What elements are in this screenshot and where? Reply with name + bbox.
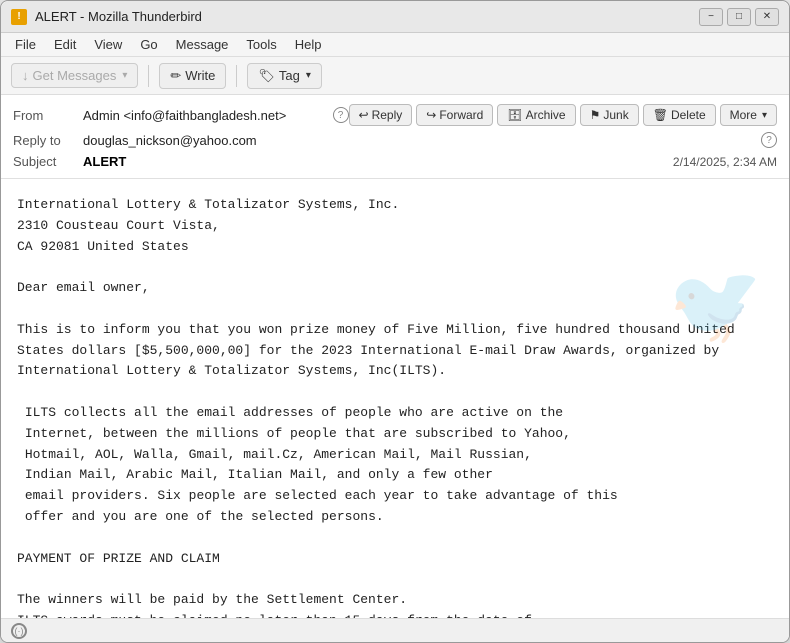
section-header: PAYMENT OF PRIZE AND CLAIM: [17, 549, 773, 570]
restore-button[interactable]: □: [727, 8, 751, 26]
toolbar-separator-2: [236, 65, 237, 87]
get-messages-button[interactable]: ↓ Get Messages ▾: [11, 63, 138, 88]
forward-icon: ↪: [426, 108, 436, 122]
main-window: ! ALERT - Mozilla Thunderbird − □ ✕ File…: [0, 0, 790, 643]
reply-to-value: douglas_nickson@yahoo.com: [83, 133, 757, 148]
from-verify-icon[interactable]: ?: [333, 107, 349, 123]
menu-edit[interactable]: Edit: [46, 35, 84, 54]
tag-chevron-icon: ▾: [306, 70, 311, 81]
menu-view[interactable]: View: [86, 35, 130, 54]
delete-icon: 🗑: [653, 108, 668, 122]
minimize-button[interactable]: −: [699, 8, 723, 26]
menu-help[interactable]: Help: [287, 35, 330, 54]
title-bar: ! ALERT - Mozilla Thunderbird − □ ✕: [1, 1, 789, 33]
body-address: International Lottery & Totalizator Syst…: [17, 195, 773, 257]
subject-label: Subject: [13, 154, 83, 169]
junk-button[interactable]: ⚑ Junk: [580, 104, 639, 126]
reply-to-label: Reply to: [13, 133, 83, 148]
app-icon: !: [11, 9, 27, 25]
menu-message[interactable]: Message: [168, 35, 237, 54]
forward-button[interactable]: ↪ Forward: [416, 104, 493, 126]
reply-to-row: Reply to douglas_nickson@yahoo.com ?: [13, 129, 777, 151]
greeting: Dear email owner,: [17, 278, 773, 299]
subject-row: Subject ALERT 2/14/2025, 2:34 AM: [13, 151, 777, 172]
tag-button[interactable]: 🏷 Tag ▾: [247, 63, 322, 89]
body-paragraph1: This is to inform you that you won prize…: [17, 320, 773, 382]
get-messages-icon: ↓: [22, 68, 29, 83]
reply-button[interactable]: ↩ Reply: [349, 104, 413, 126]
email-actions: ↩ Reply ↪ Forward 🗄 Archive ⚑ Junk 🗑: [349, 104, 778, 126]
menu-tools[interactable]: Tools: [238, 35, 284, 54]
archive-button[interactable]: 🗄 Archive: [497, 104, 575, 126]
write-button[interactable]: ✏ Write: [159, 63, 226, 89]
email-date: 2/14/2025, 2:34 AM: [673, 155, 777, 169]
more-chevron-icon: ▾: [762, 110, 767, 121]
body-paragraph2: ILTS collects all the email addresses of…: [17, 403, 773, 528]
email-header: From Admin <info@faithbangladesh.net> ? …: [1, 95, 789, 179]
menu-bar: File Edit View Go Message Tools Help: [1, 33, 789, 57]
from-label: From: [13, 108, 83, 123]
delete-button[interactable]: 🗑 Delete: [643, 104, 716, 126]
tag-icon: 🏷: [258, 68, 275, 84]
email-body: 🐦 International Lottery & Totalizator Sy…: [1, 179, 789, 618]
subject-value: ALERT: [83, 154, 673, 169]
window-title: ALERT - Mozilla Thunderbird: [35, 9, 691, 24]
menu-file[interactable]: File: [7, 35, 44, 54]
from-value: Admin <info@faithbangladesh.net>: [83, 108, 329, 123]
archive-icon: 🗄: [507, 108, 522, 122]
junk-icon: ⚑: [590, 108, 601, 122]
reply-to-verify-icon[interactable]: ?: [761, 132, 777, 148]
reply-icon: ↩: [359, 108, 369, 122]
toolbar-separator-1: [148, 65, 149, 87]
toolbar: ↓ Get Messages ▾ ✏ Write 🏷 Tag ▾: [1, 57, 789, 95]
close-button[interactable]: ✕: [755, 8, 779, 26]
status-bar: ((·)): [1, 618, 789, 642]
window-controls: − □ ✕: [699, 8, 779, 26]
more-button[interactable]: More ▾: [720, 104, 777, 126]
connection-status-icon: ((·)): [11, 623, 27, 639]
write-icon: ✏: [170, 68, 181, 84]
from-row: From Admin <info@faithbangladesh.net> ? …: [13, 101, 777, 129]
menu-go[interactable]: Go: [132, 35, 165, 54]
get-messages-chevron-icon: ▾: [122, 70, 127, 81]
body-paragraph3: The winners will be paid by the Settleme…: [17, 590, 773, 618]
